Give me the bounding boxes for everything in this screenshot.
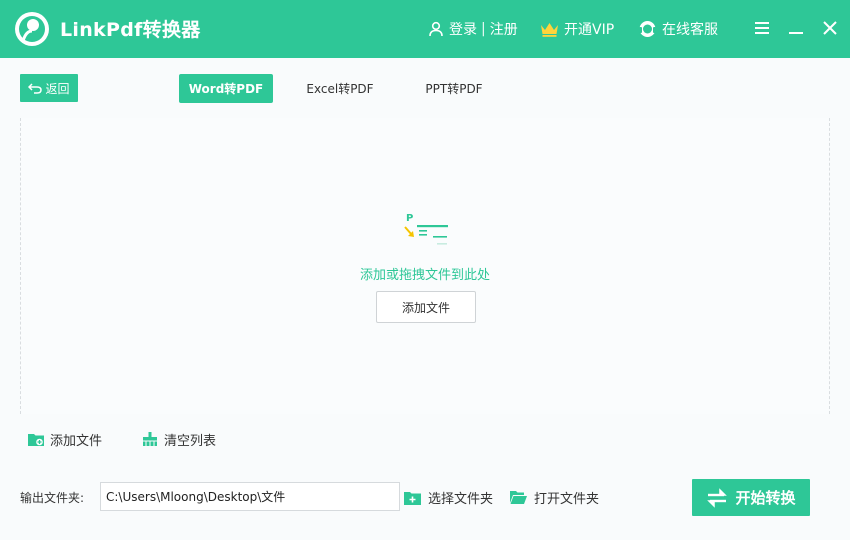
svg-text:P: P <box>406 213 413 224</box>
vip-label: 开通VIP <box>564 22 615 38</box>
open-folder-label: 打开文件夹 <box>534 491 600 507</box>
open-folder-button[interactable]: 打开文件夹 <box>510 488 600 507</box>
tab-excel-to-pdf[interactable]: Excel转PDF <box>296 74 384 103</box>
choose-folder-label: 选择文件夹 <box>428 491 494 507</box>
back-arrow-icon <box>28 83 43 94</box>
document-drop-icon: P <box>404 213 448 245</box>
drop-hint: 添加或拖拽文件到此处 <box>359 268 490 283</box>
menu-button[interactable] <box>752 17 772 39</box>
convert-arrows-icon <box>707 487 728 508</box>
hamburger-menu-icon <box>755 22 769 34</box>
start-convert-button[interactable]: 开始转换 <box>692 479 810 516</box>
add-file-label: 添加文件 <box>50 433 103 449</box>
broom-icon <box>143 432 157 446</box>
vip-button[interactable]: 开通VIP <box>540 19 614 39</box>
folder-open-icon <box>510 491 527 504</box>
login-link[interactable]: 登录 <box>449 19 477 39</box>
clear-list-action[interactable]: 清空列表 <box>142 430 217 449</box>
crown-icon <box>541 23 558 37</box>
output-path-input[interactable] <box>100 482 400 511</box>
user-icon <box>429 21 443 37</box>
headset-icon <box>639 21 656 37</box>
tab-ppt-to-pdf[interactable]: PPT转PDF <box>412 74 496 103</box>
register-link[interactable]: 注册 <box>490 19 518 39</box>
file-drop-zone[interactable]: P 添加或拖拽文件到此处 添加文件 <box>20 118 830 414</box>
folder-plus-icon <box>404 491 421 505</box>
login-register: 登录 | 注册 <box>428 19 518 39</box>
choose-folder-button[interactable]: 选择文件夹 <box>404 488 494 507</box>
minimize-button[interactable] <box>786 17 806 39</box>
login-separator: | <box>481 21 486 37</box>
output-folder-label: 输出文件夹: <box>20 491 85 505</box>
start-convert-label: 开始转换 <box>735 489 796 507</box>
add-file-button[interactable]: 添加文件 <box>376 291 476 323</box>
app-logo-icon <box>15 12 49 46</box>
minimize-icon <box>789 32 803 34</box>
back-label: 返回 <box>45 81 70 96</box>
title-bar: LinkPdf转换器 登录 | 注册 开通VIP 在线客服 <box>0 0 850 58</box>
add-folder-icon <box>28 434 44 446</box>
close-button[interactable] <box>820 17 840 39</box>
add-file-action[interactable]: 添加文件 <box>28 430 103 449</box>
tab-word-to-pdf[interactable]: Word转PDF <box>179 74 273 103</box>
online-service-button[interactable]: 在线客服 <box>638 19 718 39</box>
service-label: 在线客服 <box>662 22 718 38</box>
clear-list-label: 清空列表 <box>164 433 217 449</box>
app-title: LinkPdf转换器 <box>60 19 201 41</box>
close-icon <box>823 21 837 35</box>
back-button[interactable]: 返回 <box>20 74 78 102</box>
